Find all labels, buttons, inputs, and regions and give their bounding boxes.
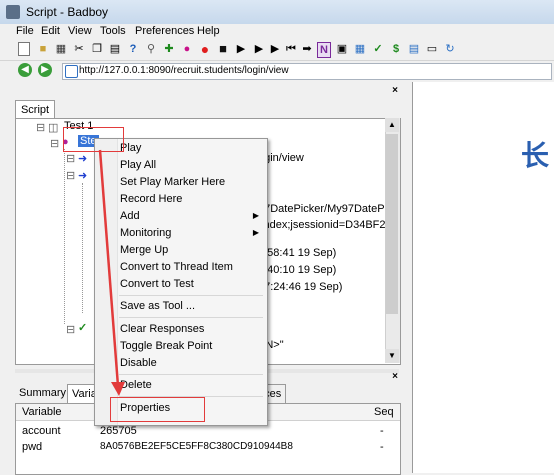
annotation-arrow-head [111, 382, 125, 396]
annotation-arrow-line [98, 149, 120, 387]
annotation-arrow [98, 149, 125, 396]
